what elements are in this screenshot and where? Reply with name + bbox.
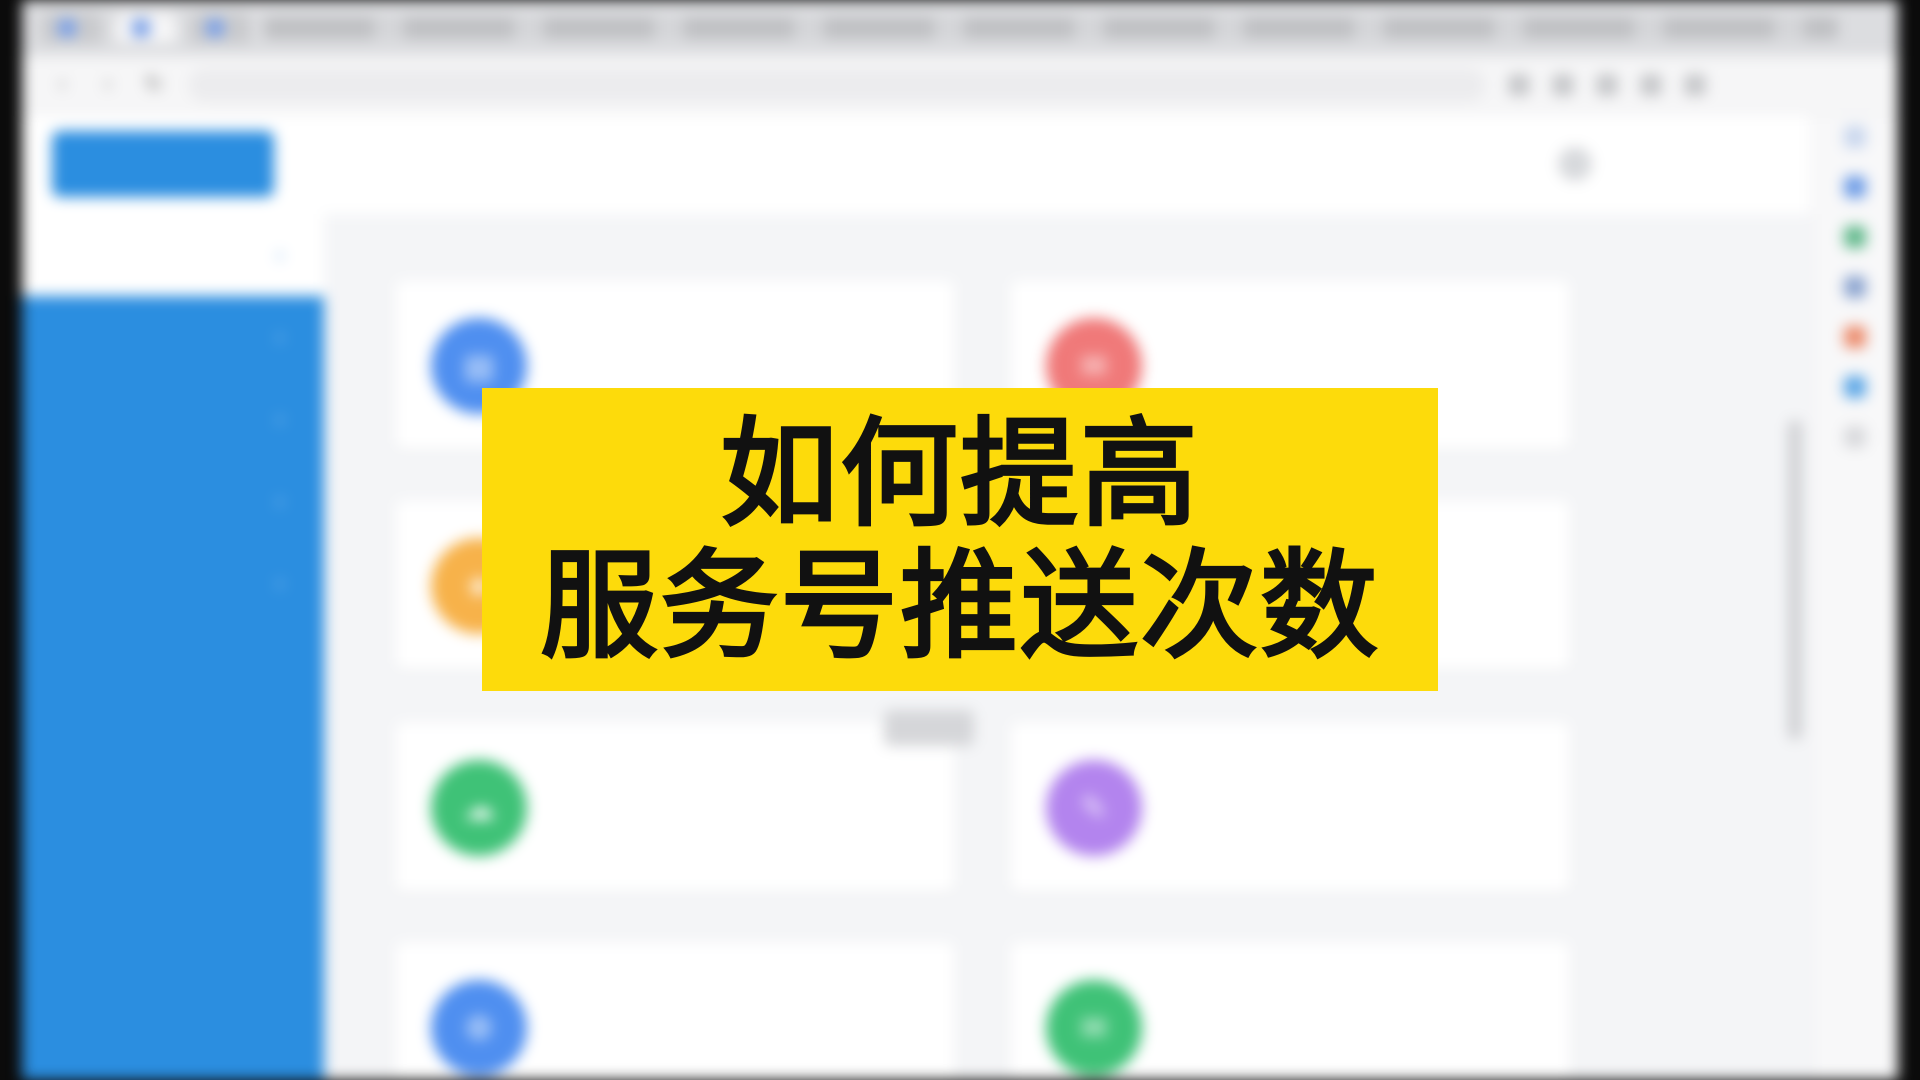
- sidebar-item[interactable]: ›: [22, 378, 324, 460]
- url-input[interactable]: [188, 67, 1486, 102]
- tab-favicon-icon: [206, 19, 224, 37]
- chevron-right-icon: ›: [276, 325, 284, 349]
- profile-icon[interactable]: [1640, 73, 1662, 96]
- cloud-icon: ☁: [431, 760, 527, 856]
- browser-tab[interactable]: [42, 13, 102, 43]
- rail-icon[interactable]: [1844, 126, 1866, 148]
- chevron-right-icon: ›: [276, 571, 284, 595]
- video-frame: ‹ › ↻ › › › › › ▤ ✉ ★ ☁ ✎ ⚙ ✉ 如何提高 服务号推送…: [0, 0, 1920, 1080]
- download-icon[interactable]: [1596, 73, 1618, 96]
- hover-tooltip: [884, 710, 974, 746]
- chat-icon: ✎: [1046, 760, 1142, 856]
- browser-tab-bar: [22, 0, 1898, 56]
- mail-icon: ✉: [1046, 980, 1142, 1076]
- title-banner: 如何提高 服务号推送次数: [482, 388, 1438, 691]
- app-header: [22, 114, 1812, 214]
- other-tabs-strip[interactable]: [264, 17, 1838, 39]
- feature-card[interactable]: ✉: [1010, 942, 1570, 1080]
- bookmark-icon[interactable]: [1508, 73, 1530, 96]
- browser-tab-active[interactable]: [116, 13, 176, 43]
- avatar[interactable]: [1558, 147, 1592, 181]
- chevron-right-icon: ›: [276, 489, 284, 513]
- sidebar-item[interactable]: ›: [22, 296, 324, 378]
- feature-card[interactable]: ⚙: [395, 942, 955, 1080]
- feature-card[interactable]: ☁: [395, 722, 955, 892]
- back-arrow-icon[interactable]: ‹: [50, 72, 74, 97]
- forward-arrow-icon[interactable]: ›: [96, 72, 120, 97]
- menu-icon[interactable]: [1684, 73, 1706, 96]
- sidebar-item-active[interactable]: ›: [22, 214, 324, 296]
- rail-icon[interactable]: [1844, 376, 1866, 398]
- sidebar-item[interactable]: ›: [22, 460, 324, 542]
- gear-icon: ⚙: [431, 980, 527, 1076]
- add-icon[interactable]: [1844, 426, 1866, 448]
- sidebar: › › › › ›: [22, 214, 324, 1080]
- chevron-right-icon: ›: [276, 407, 284, 431]
- reload-icon[interactable]: ↻: [142, 72, 166, 97]
- rail-icon[interactable]: [1844, 326, 1866, 348]
- extension-icon[interactable]: [1552, 73, 1574, 96]
- banner-title-line-1: 如何提高: [719, 404, 1200, 543]
- logo-button[interactable]: [52, 131, 274, 197]
- chevron-right-icon: ›: [276, 243, 284, 267]
- tab-favicon-icon: [58, 19, 76, 37]
- scrollbar-thumb[interactable]: [1788, 420, 1802, 740]
- browser-address-bar: ‹ › ↻: [22, 56, 1898, 114]
- browser-tab[interactable]: [190, 13, 250, 43]
- feature-card[interactable]: ✎: [1010, 722, 1570, 892]
- right-side-rail: [1811, 114, 1898, 1080]
- tab-favicon-icon: [132, 19, 150, 37]
- header-actions: [1488, 147, 1732, 181]
- sidebar-item[interactable]: ›: [22, 542, 324, 624]
- rail-icon[interactable]: [1844, 176, 1866, 198]
- rail-icon[interactable]: [1844, 226, 1866, 248]
- rail-icon[interactable]: [1844, 276, 1866, 298]
- banner-title-line-2: 服务号推送次数: [539, 536, 1380, 675]
